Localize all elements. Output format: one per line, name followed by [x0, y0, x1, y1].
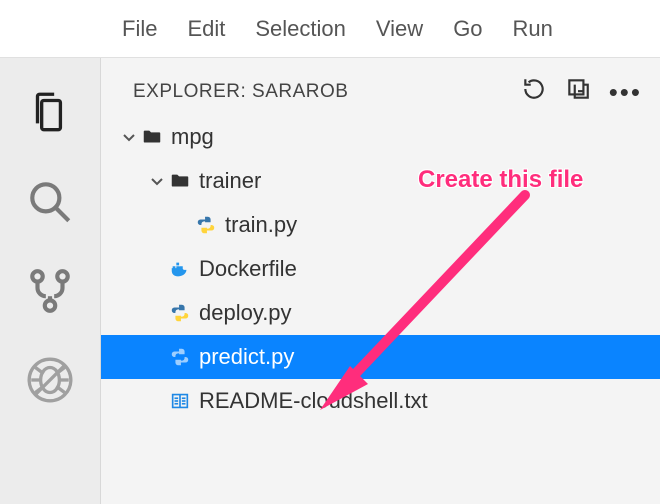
- chevron-down-icon: [119, 129, 139, 145]
- python-file-icon: [167, 302, 193, 324]
- tree-label: deploy.py: [199, 300, 292, 326]
- tree-label: train.py: [225, 212, 297, 238]
- tree-file-predict-py[interactable]: predict.py: [101, 335, 660, 379]
- menu-file[interactable]: File: [122, 16, 157, 42]
- folder-icon: [167, 170, 193, 192]
- text-file-icon: [167, 390, 193, 412]
- menu-bar: File Edit Selection View Go Run: [0, 0, 660, 58]
- tree-file-train-py[interactable]: train.py: [101, 203, 660, 247]
- explorer-header-actions: •••: [521, 76, 642, 107]
- search-icon[interactable]: [25, 177, 75, 232]
- tree-label: mpg: [171, 124, 214, 150]
- tree-file-readme[interactable]: README-cloudshell.txt: [101, 379, 660, 423]
- docker-file-icon: [167, 258, 193, 280]
- tree-label: predict.py: [199, 344, 294, 370]
- python-file-icon: [167, 346, 193, 368]
- menu-run[interactable]: Run: [513, 16, 553, 42]
- explorer-icon[interactable]: [25, 88, 75, 143]
- tree-file-deploy-py[interactable]: deploy.py: [101, 291, 660, 335]
- explorer-title: EXPLORER: SARAROB: [133, 81, 348, 103]
- menu-edit[interactable]: Edit: [187, 16, 225, 42]
- tree-folder-mpg[interactable]: mpg: [101, 115, 660, 159]
- refresh-icon[interactable]: [521, 76, 547, 107]
- tree-label: trainer: [199, 168, 261, 194]
- tree-label: README-cloudshell.txt: [199, 388, 428, 414]
- source-control-icon[interactable]: [25, 266, 75, 321]
- chevron-down-icon: [147, 173, 167, 189]
- collapse-all-icon[interactable]: [565, 76, 591, 107]
- debug-disabled-icon[interactable]: [25, 355, 75, 410]
- tree-label: Dockerfile: [199, 256, 297, 282]
- menu-view[interactable]: View: [376, 16, 423, 42]
- menu-go[interactable]: Go: [453, 16, 482, 42]
- explorer-panel: EXPLORER: SARAROB •••: [100, 58, 660, 504]
- file-tree: mpg trainer train.py Dockerfile: [101, 115, 660, 423]
- python-file-icon: [193, 214, 219, 236]
- explorer-header: EXPLORER: SARAROB •••: [101, 58, 660, 115]
- activity-bar: [0, 58, 100, 504]
- folder-icon: [139, 126, 165, 148]
- tree-file-dockerfile[interactable]: Dockerfile: [101, 247, 660, 291]
- menu-selection[interactable]: Selection: [255, 16, 346, 42]
- annotation-text: Create this file: [418, 166, 583, 194]
